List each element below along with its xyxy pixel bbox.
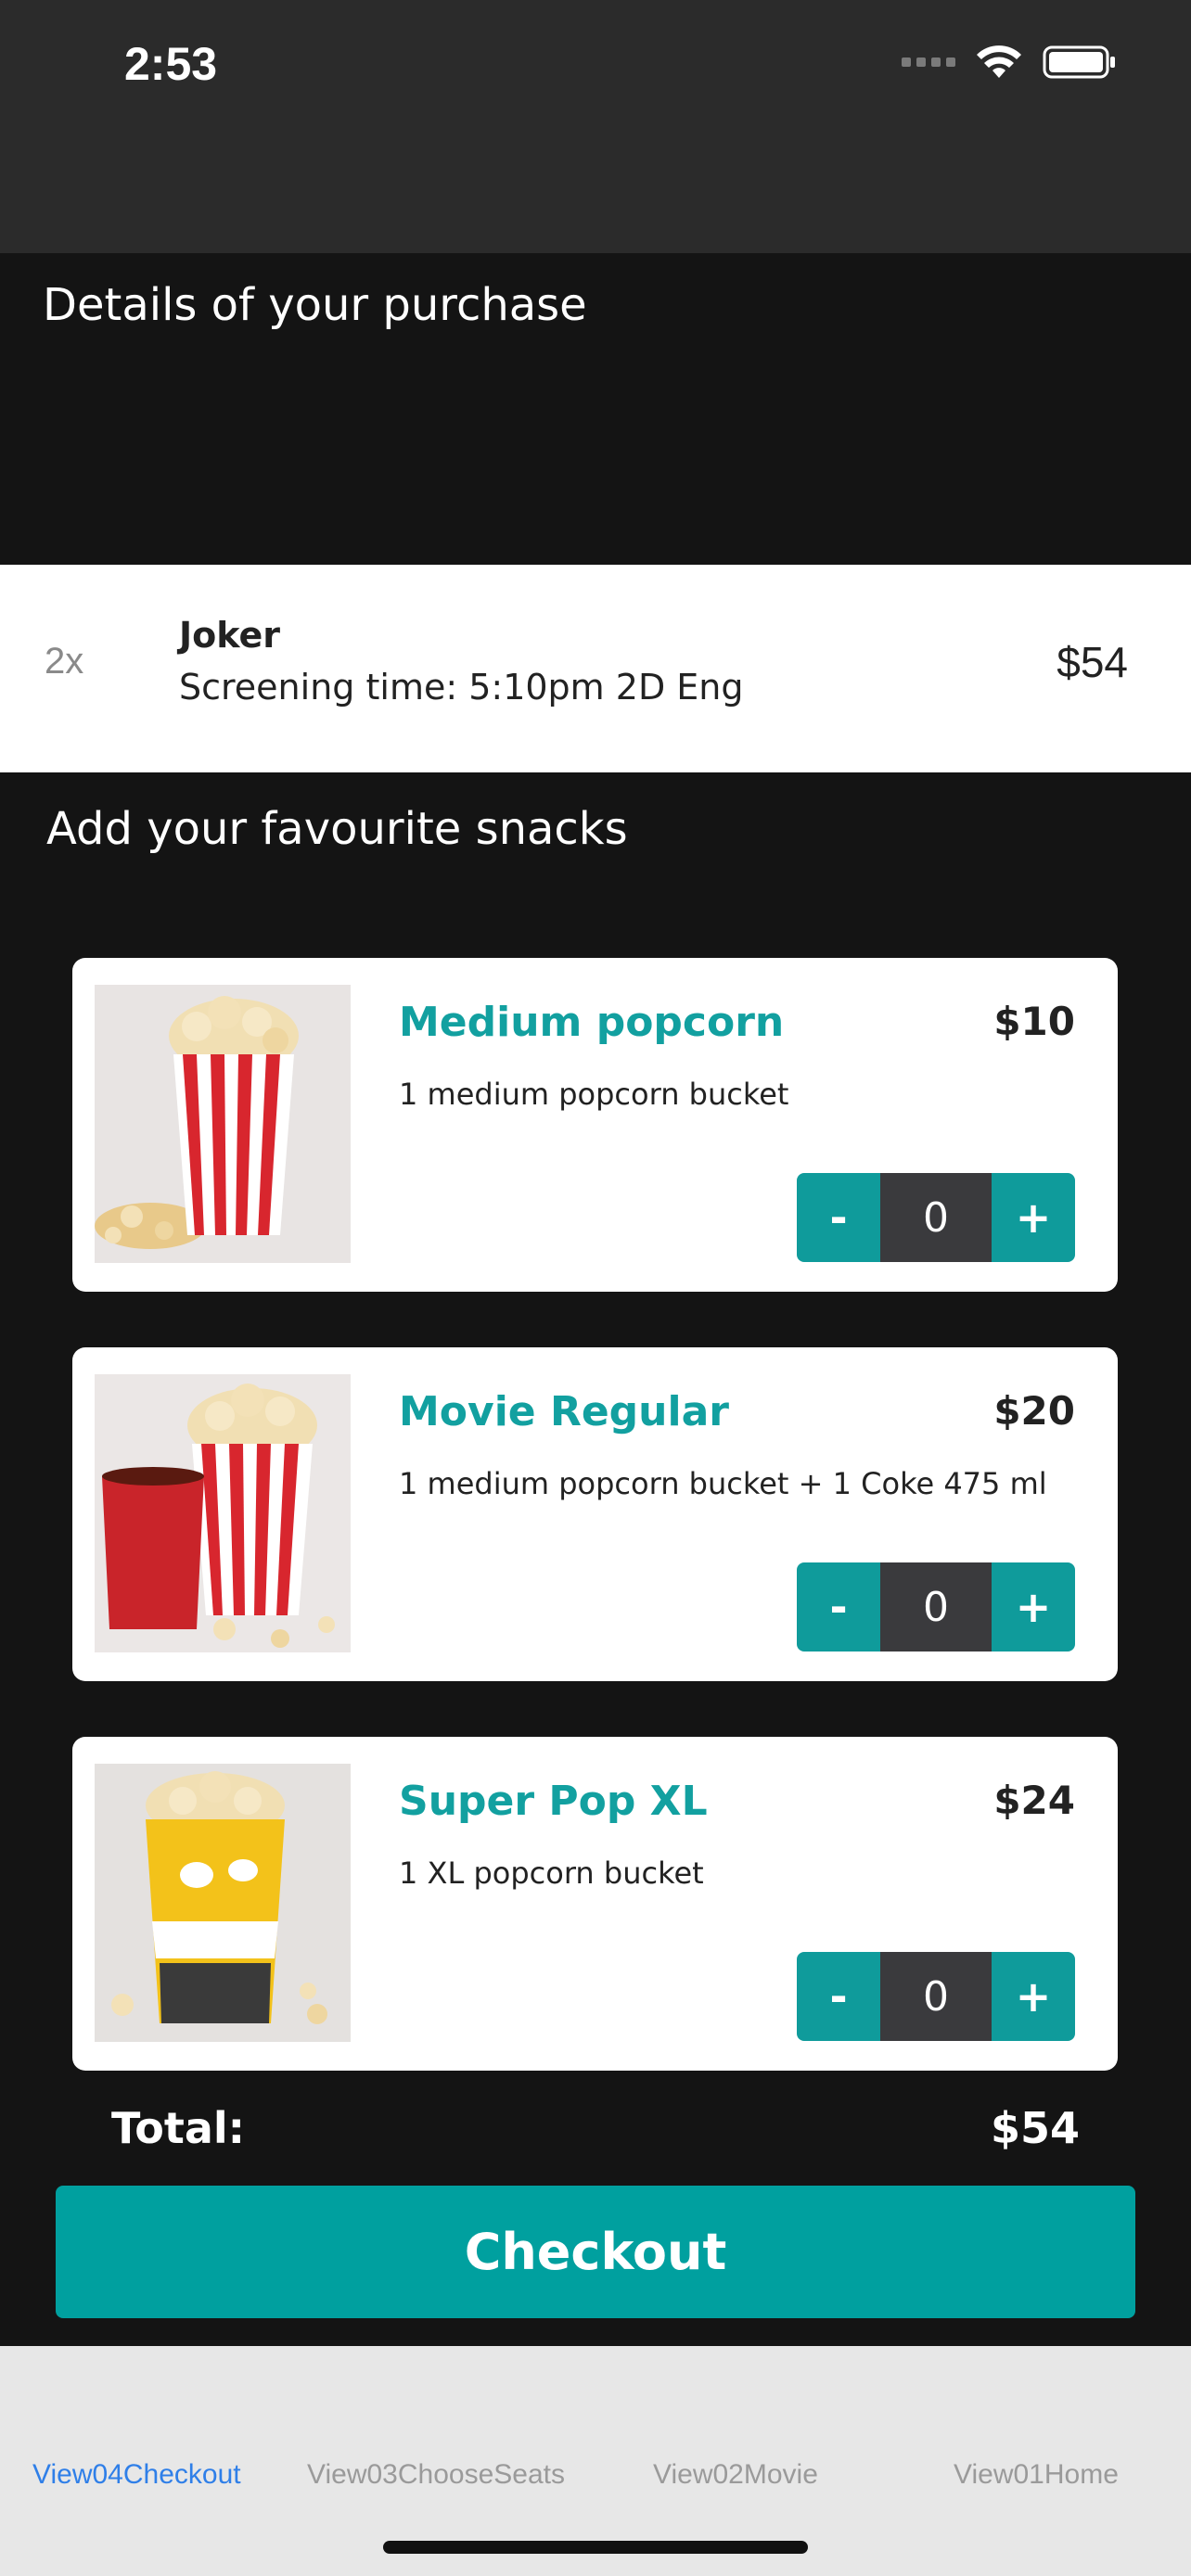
snack-description: 1 XL popcorn bucket — [399, 1855, 704, 1891]
ticket-screening-time: Screening time: 5:10pm 2D Eng — [179, 667, 744, 708]
snacks-title: Add your favourite snacks — [46, 803, 628, 855]
snack-price: $10 — [993, 999, 1075, 1044]
tab-view04checkout[interactable]: View04Checkout — [32, 2459, 241, 2491]
quantity-stepper: - 0 + — [797, 1562, 1075, 1651]
snack-price: $20 — [993, 1388, 1075, 1434]
increase-button[interactable]: + — [992, 1562, 1075, 1651]
decrease-button[interactable]: - — [797, 1952, 880, 2041]
quantity-stepper: - 0 + — [797, 1952, 1075, 2041]
home-indicator — [383, 2541, 808, 2554]
quantity-stepper: - 0 + — [797, 1173, 1075, 1262]
quantity-value: 0 — [880, 1952, 992, 2041]
status-bar: 2:53 — [0, 0, 1191, 253]
snack-description: 1 medium popcorn bucket + 1 Coke 475 ml — [399, 1466, 1047, 1501]
decrease-button[interactable]: - — [797, 1173, 880, 1262]
total-value: $54 — [990, 2103, 1080, 2153]
increase-button[interactable]: + — [992, 1952, 1075, 2041]
tab-view03chooseseats[interactable]: View03ChooseSeats — [307, 2459, 565, 2491]
ticket-row: 2x Joker Screening time: 5:10pm 2D Eng $… — [0, 565, 1191, 772]
increase-button[interactable]: + — [992, 1173, 1075, 1262]
snack-name: Medium popcorn — [399, 999, 785, 1046]
purchase-title: Details of your purchase — [43, 279, 587, 331]
ticket-quantity: 2x — [45, 641, 84, 682]
snack-card: Movie Regular $20 1 medium popcorn bucke… — [72, 1347, 1118, 1681]
snack-description: 1 medium popcorn bucket — [399, 1077, 789, 1112]
status-time: 2:53 — [124, 38, 218, 90]
purchase-header: Details of your purchase — [0, 253, 1191, 565]
popcorn-drink-image — [95, 1374, 351, 1652]
popcorn-image — [95, 985, 351, 1263]
cellular-signal-icon — [902, 57, 955, 67]
snack-card: Super Pop XL $24 1 XL popcorn bucket - 0… — [72, 1737, 1118, 2071]
popcorn-cup-image — [95, 1764, 351, 2042]
snack-name: Movie Regular — [399, 1388, 729, 1435]
snack-card: Medium popcorn $10 1 medium popcorn buck… — [72, 958, 1118, 1292]
tab-view02movie[interactable]: View02Movie — [653, 2459, 818, 2491]
quantity-value: 0 — [880, 1562, 992, 1651]
decrease-button[interactable]: - — [797, 1562, 880, 1651]
battery-icon — [1043, 45, 1115, 79]
wifi-icon — [977, 45, 1021, 78]
checkout-button[interactable]: Checkout — [56, 2186, 1135, 2318]
tab-view01home[interactable]: View01Home — [954, 2459, 1119, 2491]
ticket-price: $54 — [1057, 638, 1128, 686]
total-label: Total: — [111, 2103, 246, 2153]
snack-name: Super Pop XL — [399, 1778, 708, 1825]
snack-price: $24 — [993, 1778, 1075, 1823]
quantity-value: 0 — [880, 1173, 992, 1262]
ticket-movie-title: Joker — [179, 615, 281, 656]
status-icons — [902, 45, 1117, 80]
